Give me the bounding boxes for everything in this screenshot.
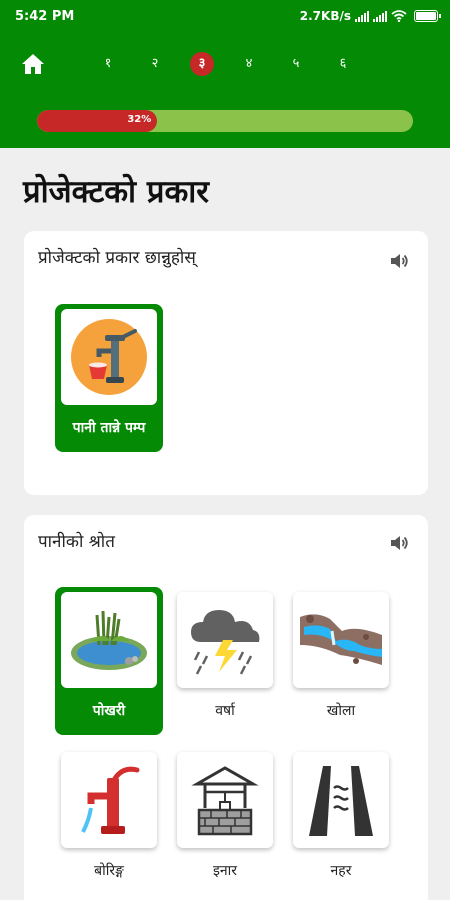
- step-2[interactable]: २: [143, 52, 167, 76]
- app-header: 5:42 PM 2.7KB/s १ २ ३ ४ ५ ६ 32%: [0, 0, 450, 148]
- progress-label: 32%: [127, 114, 152, 125]
- speaker-icon[interactable]: [388, 250, 410, 272]
- option-label: पोखरी: [92, 703, 126, 719]
- status-time: 5:42 PM: [15, 9, 75, 24]
- wifi-icon: [391, 10, 407, 22]
- well-icon: [177, 752, 273, 848]
- option-boring[interactable]: बोरिङ्ग: [55, 747, 163, 895]
- progress-bar: 32%: [37, 110, 413, 132]
- option-river[interactable]: खोला: [287, 587, 395, 735]
- option-label: नहर: [330, 863, 352, 879]
- option-rain[interactable]: वर्षा: [171, 587, 279, 735]
- step-1[interactable]: १: [96, 52, 120, 76]
- step-5[interactable]: ५: [284, 52, 308, 76]
- water-pump-icon: [61, 752, 157, 848]
- river-icon: [293, 592, 389, 688]
- battery-icon: [414, 10, 441, 22]
- water-source-card: पानीको श्रोत पोखरी वर्षा खोला बोरिङ्ग इन…: [24, 515, 428, 900]
- step-3-active[interactable]: ३: [190, 52, 214, 76]
- status-bar: 5:42 PM 2.7KB/s: [0, 0, 450, 34]
- rain-cloud-icon: [177, 592, 273, 688]
- step-4[interactable]: ४: [237, 52, 261, 76]
- option-pond[interactable]: पोखरी: [55, 587, 163, 735]
- page-title: प्रोजेक्टको प्रकार: [23, 174, 209, 210]
- water-source-title: पानीको श्रोत: [38, 532, 115, 552]
- project-type-title: प्रोजेक्टको प्रकार छान्नुहोस्: [38, 248, 196, 268]
- pond-icon: [61, 592, 157, 688]
- signal-icon: [355, 10, 369, 22]
- option-label: वर्षा: [215, 703, 235, 719]
- hand-pump-icon: [61, 309, 157, 405]
- option-hand-pump[interactable]: पानी तान्ने पम्प: [55, 304, 163, 452]
- status-indicators: 2.7KB/s: [299, 9, 441, 23]
- option-label: इनार: [213, 863, 237, 879]
- option-well[interactable]: इनार: [171, 747, 279, 895]
- step-6[interactable]: ६: [331, 52, 355, 76]
- option-label: खोला: [326, 703, 356, 719]
- canal-icon: [293, 752, 389, 848]
- option-canal[interactable]: नहर: [287, 747, 395, 895]
- project-type-card: प्रोजेक्टको प्रकार छान्नुहोस् पानी तान्न…: [24, 231, 428, 495]
- home-icon[interactable]: [20, 52, 46, 76]
- option-label: पानी तान्ने पम्प: [72, 420, 146, 436]
- option-label: बोरिङ्ग: [94, 863, 124, 879]
- signal-icon: [373, 10, 387, 22]
- network-speed: 2.7KB/s: [299, 9, 351, 23]
- speaker-icon[interactable]: [388, 532, 410, 554]
